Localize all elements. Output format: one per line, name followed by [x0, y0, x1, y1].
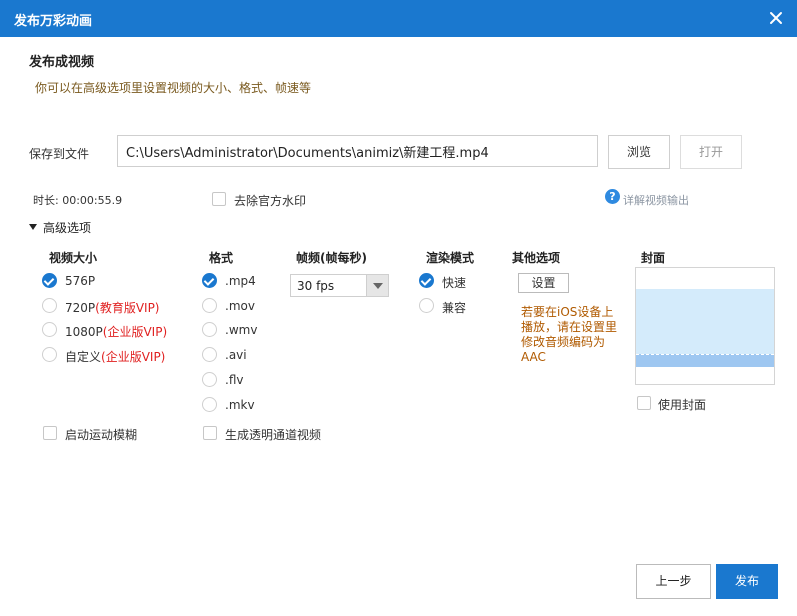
settings-button[interactable]: 设置	[518, 273, 569, 293]
other-options-title: 其他选项	[512, 251, 561, 265]
render-fast-radio[interactable]	[419, 273, 434, 288]
vip-badge: (企业版VIP)	[102, 325, 168, 339]
window-title: 发布万彩动画	[14, 14, 93, 29]
format-wmv-radio[interactable]	[202, 322, 217, 337]
format-flv-radio[interactable]	[202, 372, 217, 387]
format-mp4-label: .mp4	[225, 274, 256, 288]
alpha-video-label: 生成透明通道视频	[225, 428, 322, 442]
format-avi-radio[interactable]	[202, 347, 217, 362]
size-custom-label: 自定义(企业版VIP)	[65, 350, 166, 364]
publish-button[interactable]: 发布	[716, 564, 778, 599]
advanced-options-label: 高级选项	[43, 221, 92, 235]
size-576p-label: 576P	[65, 274, 96, 288]
chevron-down-icon	[366, 275, 388, 296]
size-1080p-radio[interactable]	[42, 322, 57, 337]
caret-down-icon	[29, 224, 37, 230]
duration-text: 时长: 00:00:55.9	[33, 194, 123, 207]
fps-title: 帧频(帧每秒)	[296, 251, 367, 265]
vip-badge: (教育版VIP)	[95, 301, 160, 315]
render-fast-label: 快速	[442, 276, 467, 290]
alpha-video-checkbox[interactable]	[203, 426, 217, 440]
close-icon[interactable]	[765, 7, 787, 29]
save-to-file-label: 保存到文件	[29, 147, 90, 161]
motion-blur-label: 启动运动模糊	[65, 428, 138, 442]
size-720p-label: 720P(教育版VIP)	[65, 301, 160, 315]
render-compat-radio[interactable]	[419, 298, 434, 313]
advanced-options-toggle[interactable]: 高级选项	[29, 219, 91, 236]
cover-preview-bar	[636, 354, 774, 367]
use-cover-label: 使用封面	[658, 398, 707, 412]
render-mode-title: 渲染模式	[426, 251, 475, 265]
format-title: 格式	[209, 251, 234, 265]
format-wmv-label: .wmv	[225, 323, 258, 337]
save-path-input[interactable]	[117, 135, 598, 167]
fps-select[interactable]: 30 fps	[290, 274, 389, 297]
video-size-title: 视频大小	[49, 251, 98, 265]
size-720p-radio[interactable]	[42, 298, 57, 313]
video-output-help-link[interactable]: 详解视频输出	[623, 192, 689, 208]
format-mkv-label: .mkv	[225, 398, 255, 412]
fps-value: 30 fps	[297, 279, 335, 293]
use-cover-checkbox[interactable]	[637, 396, 651, 410]
page-heading: 发布成视频	[29, 55, 95, 70]
size-custom-radio[interactable]	[42, 347, 57, 362]
browse-button[interactable]: 浏览	[608, 135, 670, 169]
render-compat-label: 兼容	[442, 301, 467, 315]
title-bar: 发布万彩动画	[0, 0, 797, 37]
vip-badge: (企业版VIP)	[101, 350, 166, 364]
cover-preview[interactable]	[635, 267, 775, 385]
format-avi-label: .avi	[225, 348, 247, 362]
format-flv-label: .flv	[225, 373, 244, 387]
cover-title: 封面	[641, 251, 666, 265]
size-576p-radio[interactable]	[42, 273, 57, 288]
remove-watermark-label: 去除官方水印	[234, 194, 307, 208]
format-mov-radio[interactable]	[202, 298, 217, 313]
open-button[interactable]: 打开	[680, 135, 742, 169]
format-mkv-radio[interactable]	[202, 397, 217, 412]
previous-step-button[interactable]: 上一步	[636, 564, 711, 599]
remove-watermark-checkbox[interactable]	[212, 192, 226, 206]
motion-blur-checkbox[interactable]	[43, 426, 57, 440]
help-icon[interactable]: ?	[605, 189, 620, 204]
ios-audio-note: 若要在iOS设备上播放，请在设置里修改音频编码为AAC	[521, 305, 618, 364]
size-1080p-label: 1080P(企业版VIP)	[65, 325, 168, 339]
format-mp4-radio[interactable]	[202, 273, 217, 288]
format-mov-label: .mov	[225, 299, 255, 313]
page-subheading: 你可以在高级选项里设置视频的大小、格式、帧速等	[35, 81, 312, 95]
